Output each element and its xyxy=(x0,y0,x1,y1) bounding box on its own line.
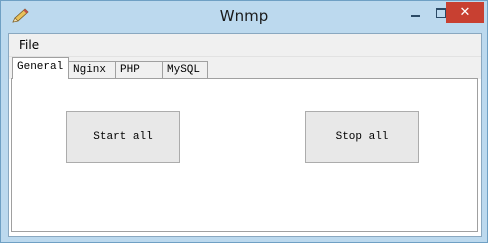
general-tab-panel: Start all Stop all xyxy=(11,78,478,232)
close-icon: ✕ xyxy=(459,5,471,20)
stop-all-button[interactable]: Stop all xyxy=(305,111,419,163)
title-bar[interactable]: Wnmp ✕ xyxy=(1,1,487,32)
tab-mysql[interactable]: MySQL xyxy=(162,61,208,78)
app-window: Wnmp ✕ File General Nginx PHP MySQL Star… xyxy=(0,0,488,243)
maximize-icon xyxy=(436,7,446,18)
tab-general[interactable]: General xyxy=(12,57,69,79)
client-area: File General Nginx PHP MySQL Start all S… xyxy=(8,33,482,237)
minimize-icon xyxy=(410,14,420,17)
menu-file[interactable]: File xyxy=(19,38,39,52)
close-button[interactable]: ✕ xyxy=(446,2,484,23)
start-all-button[interactable]: Start all xyxy=(66,111,180,163)
menu-bar: File xyxy=(9,34,481,57)
tab-strip: General Nginx PHP MySQL xyxy=(9,57,481,79)
minimize-button[interactable] xyxy=(402,2,428,23)
tab-nginx[interactable]: Nginx xyxy=(68,61,116,78)
tab-php[interactable]: PHP xyxy=(115,61,163,78)
